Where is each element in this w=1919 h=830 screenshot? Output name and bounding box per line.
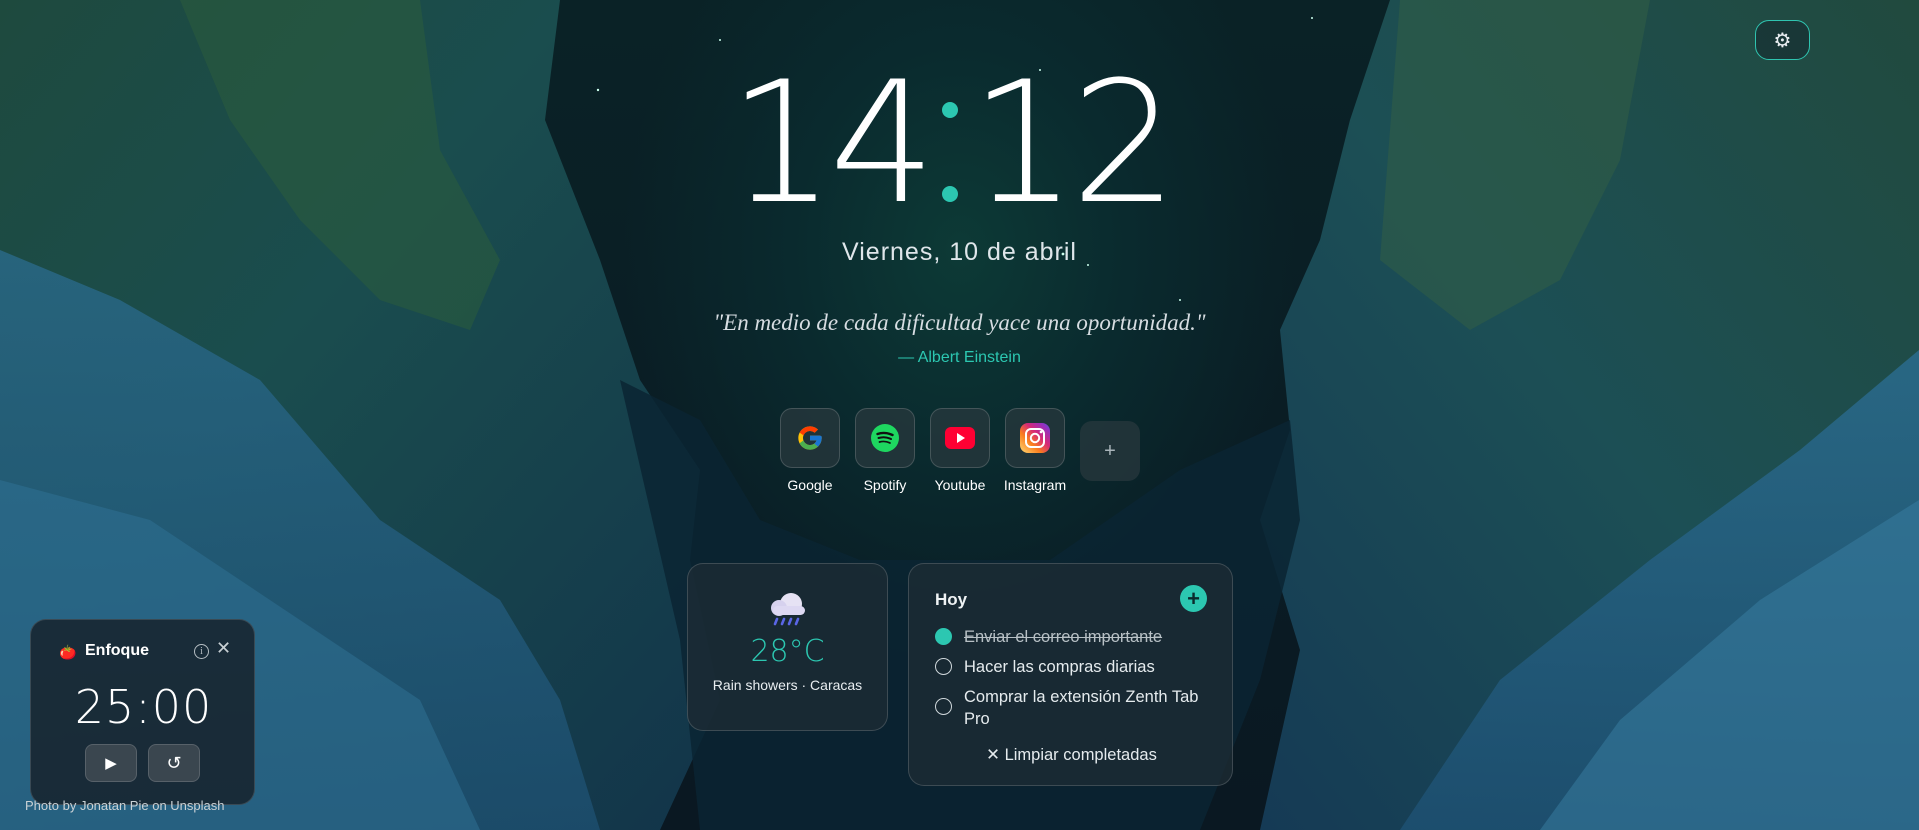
- unsplash-link[interactable]: Unsplash: [170, 798, 224, 813]
- google-icon: [798, 426, 822, 450]
- todo-item: Comprar la extensión Zenth Tab Pro: [935, 686, 1215, 730]
- shortcut-tile[interactable]: [1005, 408, 1065, 468]
- shortcut-label: Instagram: [1003, 477, 1067, 493]
- add-shortcut-button[interactable]: +: [1080, 421, 1140, 481]
- reset-button[interactable]: ↺: [148, 744, 200, 782]
- close-icon[interactable]: ✕: [216, 638, 231, 659]
- shortcut-youtube[interactable]: Youtube: [930, 408, 990, 493]
- date-label: Viernes, 10 de abril: [842, 238, 1077, 266]
- todo-item: Hacer las compras diarias: [935, 656, 1215, 678]
- shortcut-label: Google: [787, 477, 833, 493]
- shortcut-instagram[interactable]: Instagram: [1003, 408, 1067, 493]
- shortcut-label: Youtube: [934, 477, 986, 493]
- photographer-link[interactable]: Jonatan Pie: [80, 798, 149, 813]
- play-button[interactable]: ▶: [85, 744, 137, 782]
- shortcut-google[interactable]: Google: [780, 408, 840, 493]
- weather-temperature: 28°C: [750, 634, 825, 669]
- quote-author: — Albert Einstein: [898, 349, 1021, 366]
- todo-card: Hoy + Enviar el correo importante Hacer …: [908, 563, 1233, 786]
- clock-separator: [942, 102, 958, 202]
- shortcut-label: Spotify: [863, 477, 907, 493]
- youtube-icon: [945, 427, 975, 449]
- shortcuts-bar: Google Spotify Youtube Instagram +: [780, 408, 1140, 493]
- info-icon[interactable]: i: [194, 644, 209, 659]
- instagram-icon: [1020, 423, 1050, 453]
- clock-hours: 14: [728, 45, 936, 241]
- photo-credit: Photo by Jonatan Pie on Unsplash: [25, 798, 225, 813]
- timer-display: 25:00: [74, 680, 213, 734]
- focus-timer-widget: 🍅 Enfoque i ✕ 25:00 ▶ ↺: [30, 619, 255, 805]
- quote-text: "En medio de cada dificultad yace una op…: [713, 310, 1206, 335]
- spotify-icon: [871, 424, 899, 452]
- shortcut-tile[interactable]: [780, 408, 840, 468]
- todo-item-text[interactable]: Enviar el correo importante: [964, 626, 1162, 648]
- todo-item-text[interactable]: Comprar la extensión Zenth Tab Pro: [964, 686, 1215, 730]
- focus-title: Enfoque: [85, 642, 149, 659]
- rain-cloud-icon: [770, 593, 805, 626]
- todo-checkbox[interactable]: [935, 658, 952, 675]
- todo-title: Hoy: [935, 590, 968, 609]
- todo-checkbox[interactable]: [935, 698, 952, 715]
- tomato-icon: 🍅: [59, 644, 77, 660]
- shortcut-spotify[interactable]: Spotify: [855, 408, 915, 493]
- todo-item: Enviar el correo importante: [935, 626, 1215, 648]
- shortcut-tile[interactable]: [930, 408, 990, 468]
- weather-card: 28°C Rain showers · Caracas: [687, 563, 888, 731]
- settings-button[interactable]: ⚙: [1755, 20, 1810, 60]
- todo-list: Enviar el correo importante Hacer las co…: [935, 626, 1215, 738]
- shortcut-tile[interactable]: [855, 408, 915, 468]
- clock-minutes: 12: [970, 45, 1178, 241]
- todo-checkbox[interactable]: [935, 628, 952, 645]
- add-task-button[interactable]: +: [1180, 585, 1207, 612]
- clock: 14 12: [728, 58, 1178, 228]
- gear-icon: ⚙: [1773, 28, 1792, 52]
- weather-description: Rain showers · Caracas: [712, 677, 863, 693]
- clear-completed-button[interactable]: ✕ Limpiar completadas: [909, 745, 1234, 765]
- todo-item-text[interactable]: Hacer las compras diarias: [964, 656, 1155, 678]
